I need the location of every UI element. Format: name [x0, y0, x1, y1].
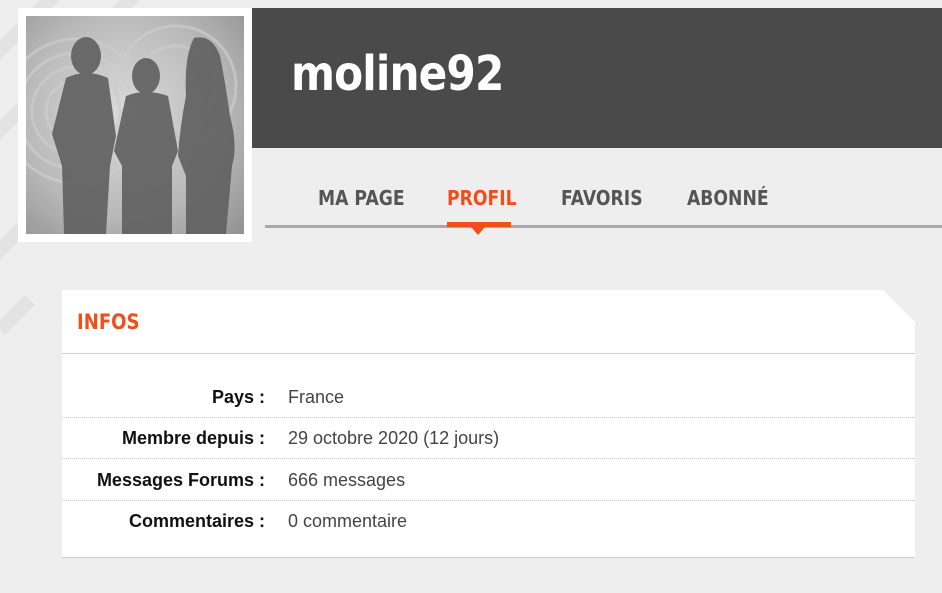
profile-username: moline92: [291, 46, 504, 102]
card-corner-fold: [883, 290, 915, 322]
infos-title: INFOS: [77, 310, 140, 334]
tab-ma-page[interactable]: MA PAGE: [318, 184, 405, 212]
silhouettes-avatar-icon: [26, 16, 244, 234]
profile-tabs: MA PAGE PROFIL FAVORIS ABONNÉ: [265, 170, 942, 235]
info-label: Commentaires :: [128, 511, 265, 531]
info-label: Membre depuis :: [121, 428, 265, 448]
active-tab-caret-icon: [471, 227, 485, 235]
tab-abonne[interactable]: ABONNÉ: [687, 184, 769, 212]
tab-favoris[interactable]: FAVORIS: [561, 184, 643, 212]
info-value: 29 octobre 2020 (12 jours): [288, 428, 500, 448]
info-value: 0 commentaire: [288, 511, 408, 531]
infos-card: INFOS Pays : France Membre depuis : 29 o…: [62, 290, 915, 558]
avatar[interactable]: [18, 8, 252, 242]
info-value: France: [288, 387, 345, 407]
tab-profil[interactable]: PROFIL: [447, 184, 517, 212]
info-label: Messages Forums :: [96, 470, 265, 490]
info-row-commentaires: Commentaires : 0 commentaire: [62, 501, 915, 542]
info-row-membre-depuis: Membre depuis : 29 octobre 2020 (12 jour…: [62, 418, 915, 459]
info-row-pays: Pays : France: [62, 377, 915, 418]
info-label: Pays :: [211, 387, 265, 407]
info-value: 666 messages: [288, 470, 406, 490]
info-row-messages-forums: Messages Forums : 666 messages: [62, 460, 915, 501]
card-divider: [62, 353, 915, 354]
